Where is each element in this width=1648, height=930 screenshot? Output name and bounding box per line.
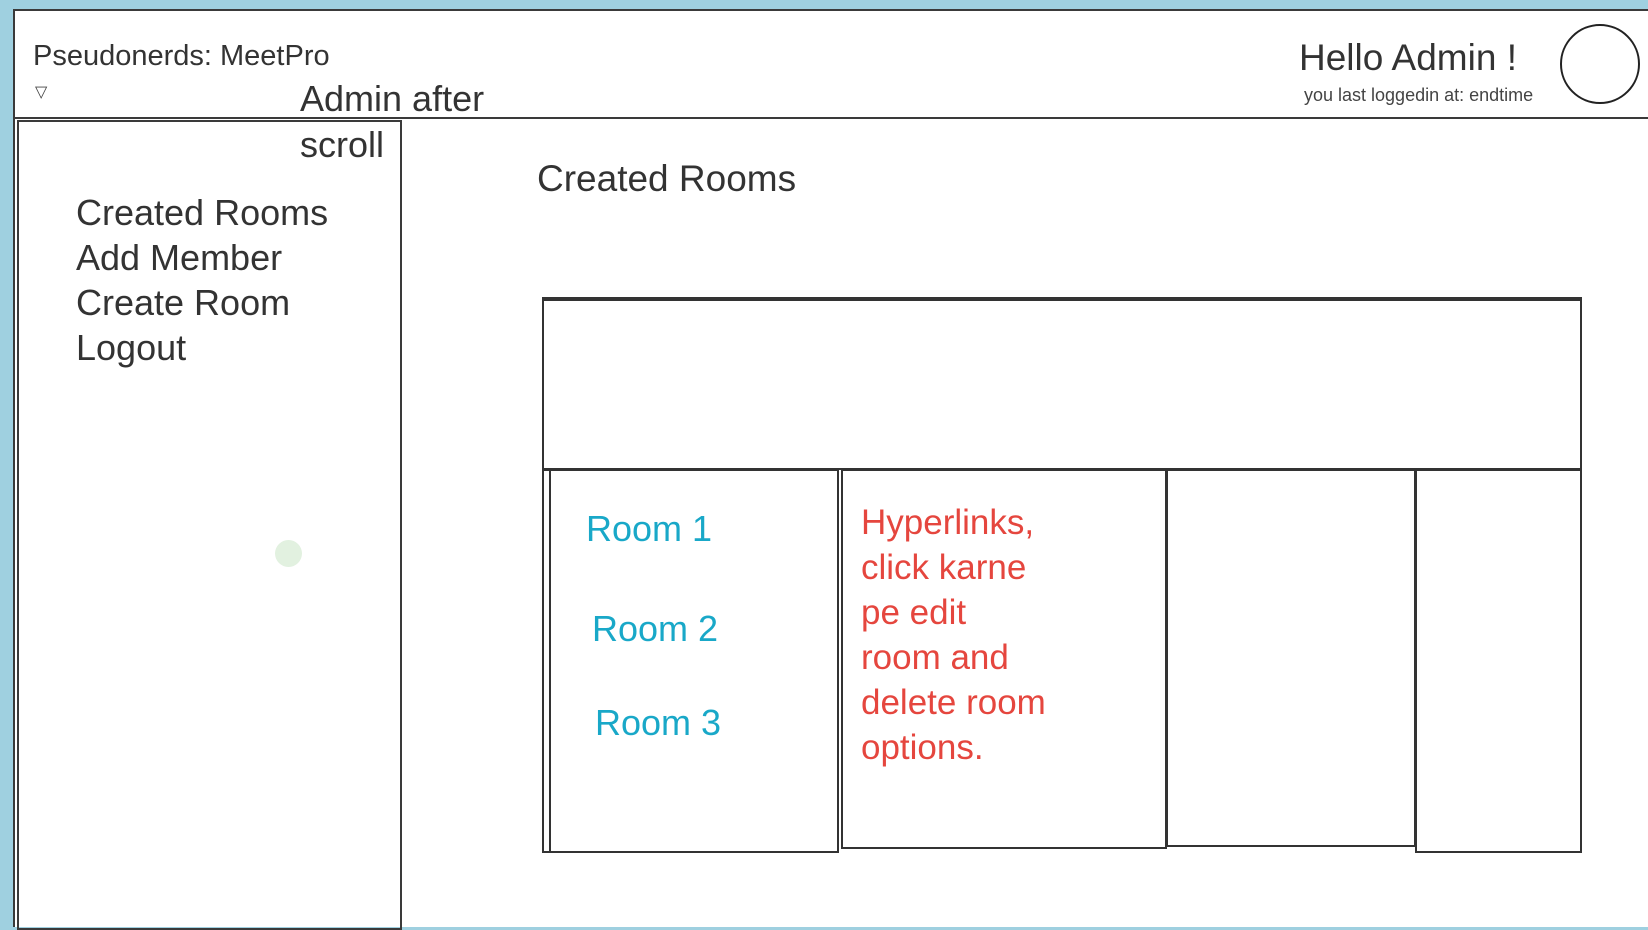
sidebar-item-created-rooms[interactable]: Created Rooms — [76, 190, 328, 235]
table-header — [542, 297, 1582, 470]
annotation-line: click karne — [861, 548, 1027, 587]
room-link-2[interactable]: Room 2 — [592, 608, 718, 650]
greeting-text: Hello Admin ! — [1299, 37, 1517, 78]
avatar-circle-icon[interactable] — [1560, 24, 1640, 104]
cursor-dot — [275, 540, 302, 567]
room-link-3[interactable]: Room 3 — [595, 702, 721, 744]
sidebar-item-create-room[interactable]: Create Room — [76, 280, 328, 325]
sidebar-item-logout[interactable]: Logout — [76, 325, 328, 370]
empty-column-cell — [1415, 469, 1582, 853]
annotation-line: pe edit — [861, 593, 967, 632]
annotation-line: room and — [861, 638, 1009, 677]
empty-column-cell — [1166, 469, 1416, 847]
admin-note-line-1: Admin after — [300, 78, 485, 119]
triangle-down-icon[interactable]: ▽ — [35, 85, 47, 101]
annotation-line: Hyperlinks, — [861, 503, 1035, 542]
annotation-note: Hyperlinks, click karne pe edit room and… — [861, 500, 1161, 770]
app-title: Pseudonerds: MeetPro — [33, 40, 330, 72]
sidebar-nav: Created Rooms Add Member Create Room Log… — [76, 190, 328, 370]
page-title: Created Rooms — [537, 158, 797, 199]
annotation-line: delete room — [861, 683, 1046, 722]
last-login-text: you last loggedin at: endtime — [1304, 85, 1534, 105]
room-link-1[interactable]: Room 1 — [586, 508, 712, 550]
annotation-line: options. — [861, 728, 984, 767]
sidebar-item-add-member[interactable]: Add Member — [76, 235, 328, 280]
